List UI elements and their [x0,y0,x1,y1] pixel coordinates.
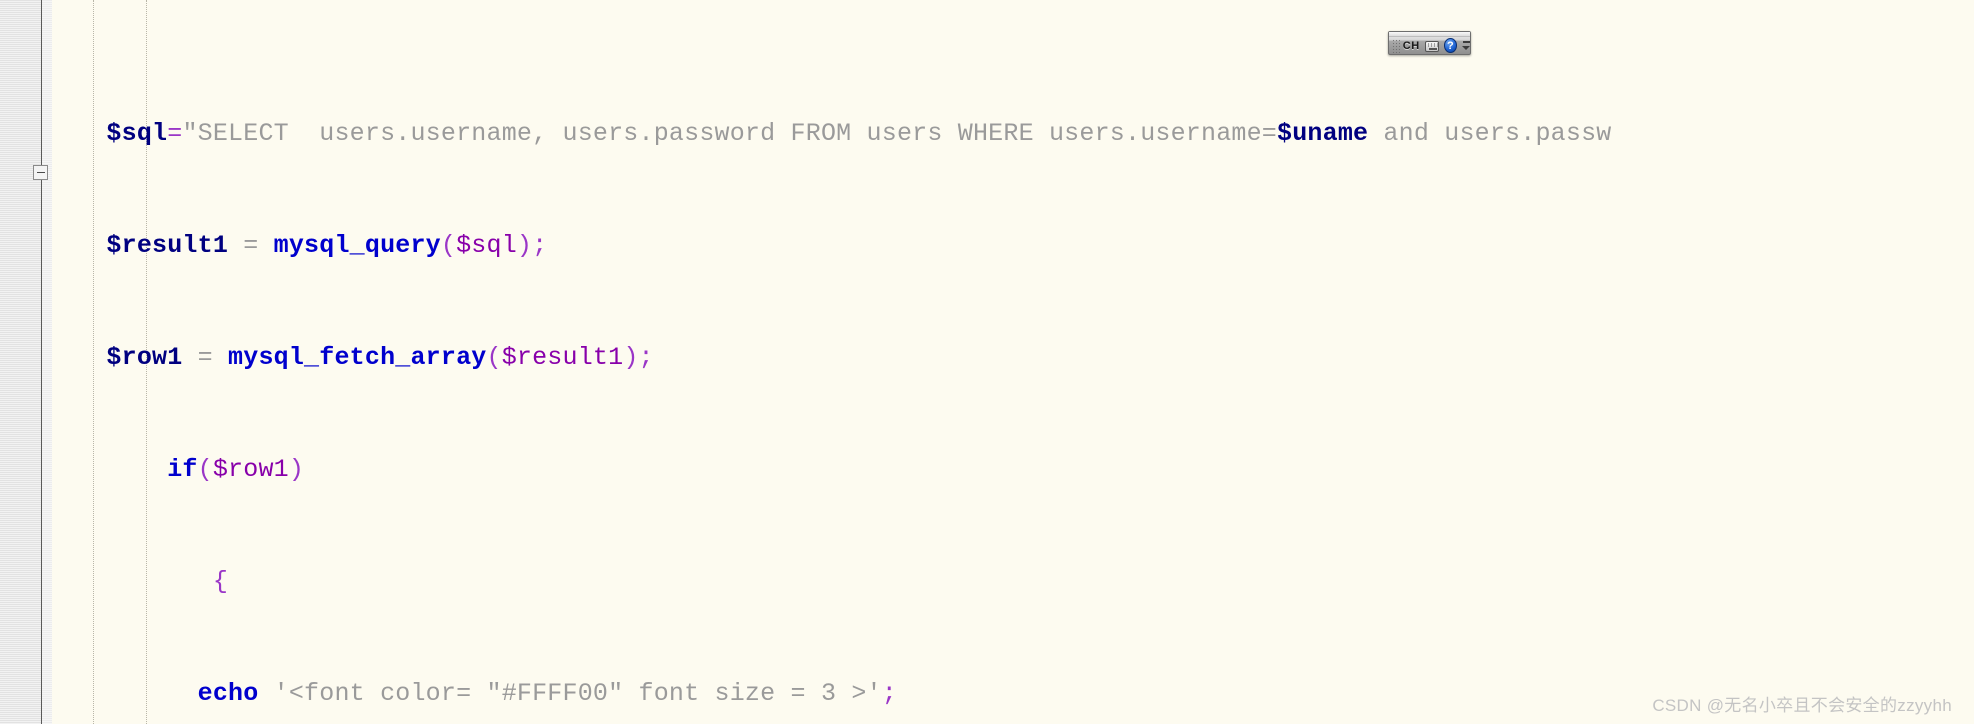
source-code-text[interactable]: $sql="SELECT users.username, users.passw… [0,0,1974,724]
token-variable-uname: $uname [1277,119,1369,148]
ime-title-cap [1389,32,1470,37]
token-paren-close-2: ) [516,231,533,260]
code-line-1: $sql="SELECT users.username, users.passw… [0,120,1974,148]
token-string-sql-tail: and users.passw [1368,119,1612,148]
token-paren-open-3: ( [486,343,502,372]
chevron-down-icon[interactable] [1462,41,1470,50]
token-function-mysql-fetch-array: mysql_fetch_array [228,343,487,372]
token-string-sql: "SELECT users.username, users.password F… [182,119,1278,148]
token-semicolon-3: ; [638,343,654,372]
token-function-mysql-query: mysql_query [273,231,441,260]
token-keyword-echo-6: echo [197,679,259,708]
ime-language-bar[interactable]: CH ? [1388,31,1471,55]
token-variable-row1: $row1 [106,343,183,372]
drag-grip-icon[interactable] [1392,38,1400,53]
token-paren-open-4: ( [197,455,213,484]
token-operator-assign: = [167,119,183,148]
token-paren-close-3: ) [623,343,639,372]
token-paren-close-4: ) [288,455,305,484]
ime-arrow-bar [1462,41,1470,43]
ime-language-label[interactable]: CH [1403,40,1420,52]
keyboard-icon[interactable] [1424,40,1439,52]
token-paren-open-2: ( [440,231,457,260]
token-argument-sql: $sql [456,231,517,260]
token-semicolon-6: ; [881,679,897,708]
help-icon[interactable]: ? [1443,38,1457,53]
code-line-3: $row1 = mysql_fetch_array($result1); [0,344,1974,372]
code-line-4: if($row1) [0,456,1974,484]
token-operator-assign-2: = [228,231,274,260]
code-line-2: $result1 = mysql_query($sql); [0,232,1974,260]
code-line-5: { [0,568,1974,596]
token-argument-result1: $result1 [501,343,624,372]
token-brace-open: { [212,567,229,596]
token-keyword-if: if [167,455,198,484]
token-string-6: '<font color= "#FFFF00" font size = 3 >' [273,679,882,708]
token-variable-result1: $result1 [106,231,229,260]
ime-arrow-triangle [1462,46,1470,50]
code-editor-window: $sql="SELECT users.username, users.passw… [0,0,1974,724]
token-condition-row1: $row1 [212,455,289,484]
csdn-watermark: CSDN @无名小卒且不会安全的zzyyhh [1652,696,1952,715]
token-semicolon-2: ; [532,231,548,260]
token-variable-sql: $sql [106,119,168,148]
token-operator-assign-3: = [182,343,229,372]
